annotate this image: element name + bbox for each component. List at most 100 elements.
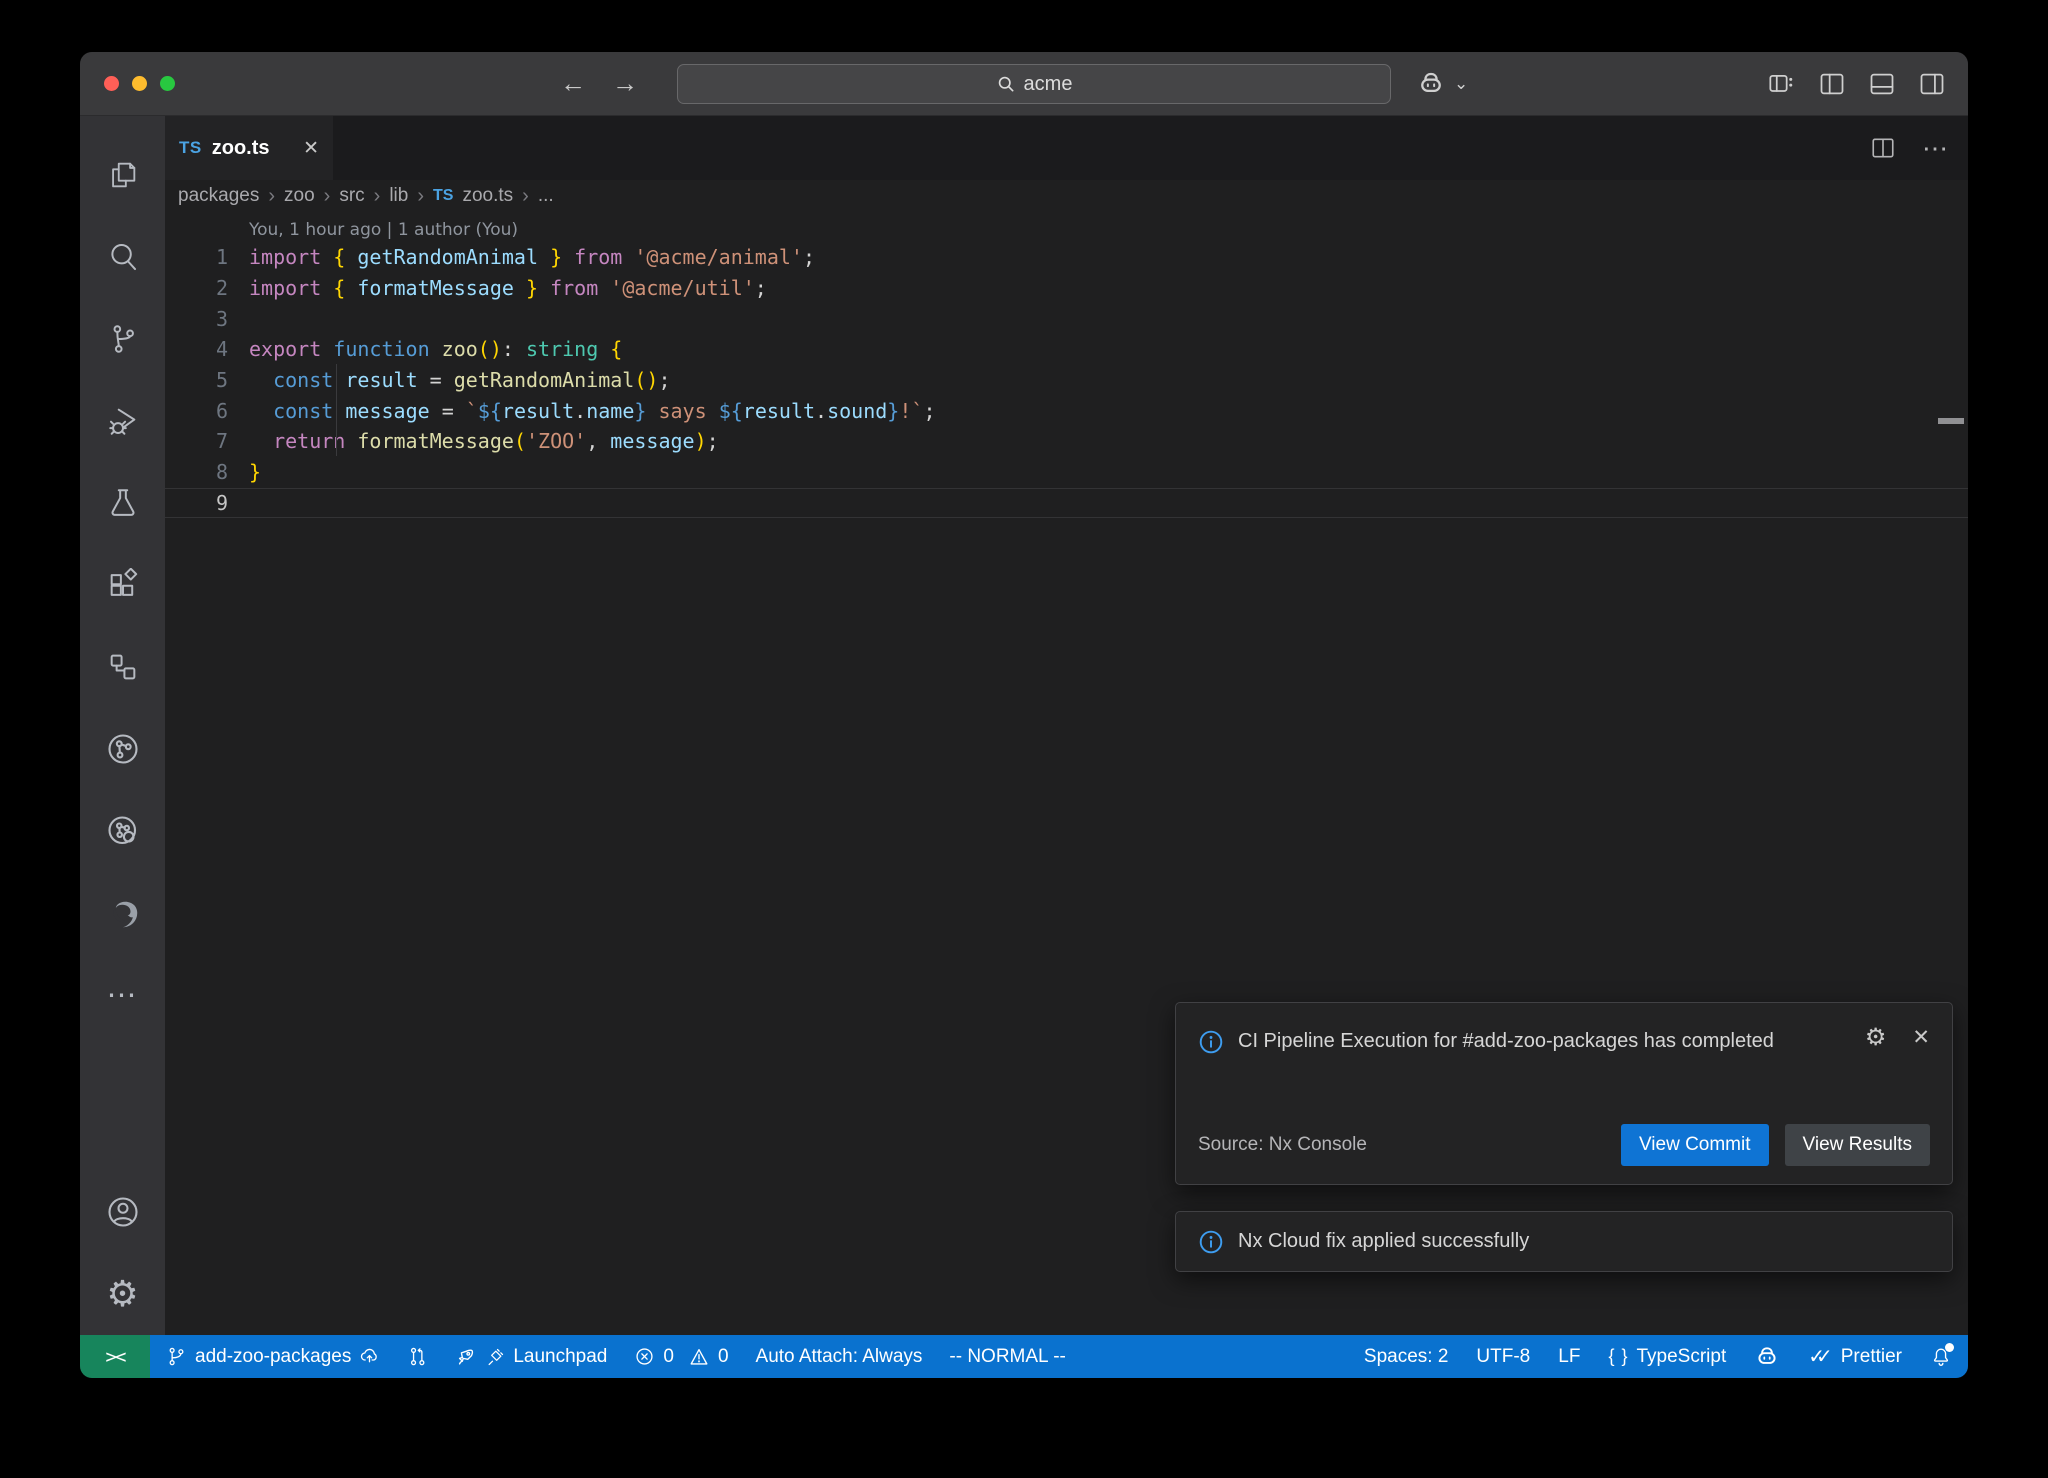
code-line[interactable]: 3 xyxy=(165,303,1968,334)
prettier-status[interactable]: ✓✓ Prettier xyxy=(1808,1344,1902,1369)
vscode-window: ← → acme ⌄ xyxy=(80,52,1968,1378)
notification-message: CI Pipeline Execution for #add-zoo-packa… xyxy=(1238,1023,1774,1060)
editor-more-actions-icon[interactable]: ⋯ xyxy=(1922,133,1948,164)
indentation-status[interactable]: Spaces: 2 xyxy=(1364,1346,1449,1368)
notification-close-icon[interactable]: ✕ xyxy=(1912,1025,1930,1050)
typescript-file-icon: TS xyxy=(433,187,453,205)
rocket-icon xyxy=(455,1346,477,1368)
notification-toast: Nx Cloud fix applied successfully xyxy=(1175,1211,1953,1272)
toggle-panel-icon[interactable] xyxy=(1868,70,1896,98)
notification-toast: CI Pipeline Execution for #add-zoo-packa… xyxy=(1175,1002,1953,1185)
source-control-icon[interactable] xyxy=(80,298,165,380)
code-lines: 1import { getRandomAnimal } from '@acme/… xyxy=(165,242,1968,518)
copilot-status[interactable] xyxy=(1754,1344,1780,1370)
remote-icon: >< xyxy=(106,1346,125,1368)
command-center-search[interactable]: acme xyxy=(677,64,1391,104)
view-results-button[interactable]: View Results xyxy=(1785,1124,1930,1166)
codelens-annotation[interactable]: You, 1 hour ago | 1 author (You) xyxy=(249,218,1968,242)
notification-source: Source: Nx Console xyxy=(1198,1134,1367,1156)
auto-attach-status[interactable]: Auto Attach: Always xyxy=(756,1346,923,1368)
line-number: 3 xyxy=(165,307,249,331)
maximize-window-button[interactable] xyxy=(160,76,175,91)
settings-gear-icon[interactable]: ⚙ xyxy=(80,1253,165,1335)
nx-console-icon[interactable] xyxy=(80,626,165,708)
extensions-icon[interactable] xyxy=(80,544,165,626)
vim-mode-status[interactable]: -- NORMAL -- xyxy=(949,1346,1065,1368)
code-line[interactable]: 4export function zoo(): string { xyxy=(165,334,1968,365)
warnings-icon xyxy=(688,1346,710,1368)
code-line[interactable]: 6 const message = `${result.name} says $… xyxy=(165,395,1968,426)
code-line[interactable]: 2import { formatMessage } from '@acme/ut… xyxy=(165,273,1968,304)
overview-ruler-mark xyxy=(1938,418,1964,424)
accounts-icon[interactable] xyxy=(80,1171,165,1253)
forward-button[interactable]: → xyxy=(612,68,638,99)
breadcrumb-separator-icon: › xyxy=(268,185,275,208)
chevron-down-icon[interactable]: ⌄ xyxy=(1454,74,1468,94)
warning-count: 0 xyxy=(718,1346,729,1368)
copilot-icon[interactable] xyxy=(1416,69,1446,99)
more-views-icon[interactable]: ⋯ xyxy=(80,954,165,1036)
breadcrumb-symbol-more[interactable]: ... xyxy=(538,185,554,207)
split-editor-icon[interactable] xyxy=(1870,135,1896,161)
breadcrumb-file[interactable]: zoo.ts xyxy=(462,185,513,207)
code-text: const message = `${result.name} says ${r… xyxy=(249,399,935,423)
wand-icon xyxy=(485,1347,505,1367)
view-commit-button[interactable]: View Commit xyxy=(1621,1124,1769,1166)
code-text: import { getRandomAnimal } from '@acme/a… xyxy=(249,245,815,269)
encoding-status[interactable]: UTF-8 xyxy=(1476,1346,1530,1368)
traffic-lights xyxy=(104,76,175,91)
code-line[interactable]: 1import { getRandomAnimal } from '@acme/… xyxy=(165,242,1968,273)
indent-guide xyxy=(336,364,337,456)
breadcrumb-item[interactable]: packages xyxy=(178,185,259,207)
breadcrumb-item[interactable]: lib xyxy=(389,185,408,207)
code-text: return formatMessage('ZOO', message); xyxy=(249,429,719,453)
code-line[interactable]: 5 const result = getRandomAnimal(); xyxy=(165,365,1968,396)
error-count: 0 xyxy=(663,1346,674,1368)
language-mode-status[interactable]: { } TypeScript xyxy=(1608,1346,1726,1368)
launchpad-label: Launchpad xyxy=(513,1346,607,1368)
code-text: import { formatMessage } from '@acme/uti… xyxy=(249,276,767,300)
toggle-primary-sidebar-icon[interactable] xyxy=(1818,70,1846,98)
search-icon xyxy=(996,74,1016,94)
explorer-icon[interactable] xyxy=(80,134,165,216)
notification-settings-gear-icon[interactable]: ⚙ xyxy=(1865,1023,1887,1052)
tab-zoo-ts[interactable]: TS zoo.ts ✕ xyxy=(165,116,333,180)
line-number: 8 xyxy=(165,460,249,484)
toggle-secondary-sidebar-icon[interactable] xyxy=(1918,70,1946,98)
nx-cloud-icon[interactable] xyxy=(80,790,165,872)
breadcrumb-item[interactable]: src xyxy=(339,185,364,207)
source-control-status[interactable] xyxy=(407,1346,428,1367)
code-line[interactable]: 8} xyxy=(165,457,1968,488)
copilot-icon xyxy=(1754,1344,1780,1370)
customize-layout-icon[interactable] xyxy=(1768,70,1796,98)
code-line[interactable]: 9 xyxy=(165,488,1968,519)
minimize-window-button[interactable] xyxy=(132,76,147,91)
typescript-file-icon: TS xyxy=(179,138,202,158)
search-sidebar-icon[interactable] xyxy=(80,216,165,298)
remote-indicator[interactable]: >< xyxy=(80,1335,150,1378)
git-branch-status[interactable]: add-zoo-packages xyxy=(166,1346,380,1368)
code-line[interactable]: 7 return formatMessage('ZOO', message); xyxy=(165,426,1968,457)
close-window-button[interactable] xyxy=(104,76,119,91)
braces-icon: { } xyxy=(1608,1346,1628,1367)
eol-status[interactable]: LF xyxy=(1558,1346,1580,1368)
status-bar: >< add-zoo-packages xyxy=(80,1335,1968,1378)
tab-close-icon[interactable]: ✕ xyxy=(303,137,319,160)
edge-browser-icon[interactable] xyxy=(80,872,165,954)
line-number: 7 xyxy=(165,429,249,453)
breadcrumb-separator-icon: › xyxy=(417,185,424,208)
notifications-bell[interactable] xyxy=(1930,1346,1952,1368)
testing-icon[interactable] xyxy=(80,462,165,544)
line-number: 4 xyxy=(165,337,249,361)
breadcrumb: packages › zoo › src › lib › TS zoo.ts ›… xyxy=(165,180,1968,212)
problems-status[interactable]: 0 0 xyxy=(634,1346,728,1368)
notification-badge-dot xyxy=(1945,1343,1954,1352)
breadcrumb-item[interactable]: zoo xyxy=(284,185,315,207)
nx-project-graph-icon[interactable] xyxy=(80,708,165,790)
launchpad-status[interactable]: Launchpad xyxy=(455,1346,607,1368)
breadcrumb-separator-icon: › xyxy=(522,185,529,208)
line-number: 1 xyxy=(165,245,249,269)
run-debug-icon[interactable] xyxy=(80,380,165,462)
line-number: 6 xyxy=(165,399,249,423)
back-button[interactable]: ← xyxy=(560,68,586,99)
